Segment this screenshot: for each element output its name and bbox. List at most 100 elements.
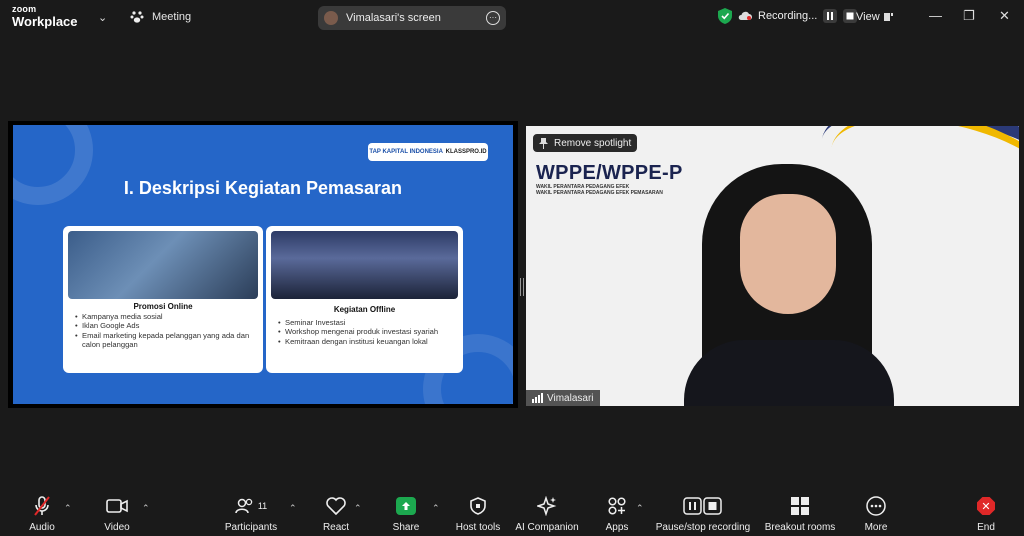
person-face	[740, 194, 836, 314]
recording-status: Recording...	[718, 8, 858, 24]
list-item: Email marketing kepada pelanggan yang ad…	[75, 331, 255, 350]
paw-icon	[130, 11, 144, 23]
share-label: Share	[392, 522, 420, 533]
react-label: React	[322, 522, 350, 533]
share-options-chevron-icon[interactable]: ⌃	[432, 503, 440, 514]
close-icon[interactable]: ✕	[999, 8, 1010, 24]
pin-icon	[539, 137, 548, 149]
layout-icon	[883, 13, 893, 21]
shared-screen: TAP KAPITAL INDONESIA KLASSPRO.ID I. Des…	[8, 121, 518, 408]
card-photo-phone	[68, 231, 258, 299]
apps-options-chevron-icon[interactable]: ⌃	[636, 503, 644, 514]
card-list: Seminar Investasi Workshop mengenai prod…	[278, 318, 455, 347]
ai-companion-button[interactable]: AI Companion	[514, 494, 580, 536]
shield-check-icon[interactable]	[718, 8, 732, 24]
chevron-down-icon[interactable]: ⌄	[98, 11, 107, 24]
meeting-info-button[interactable]: Meeting	[130, 10, 191, 24]
slide-title: I. Deskripsi Kegiatan Pemasaran	[123, 178, 403, 198]
pause-stop-label: Pause/stop recording	[655, 522, 751, 533]
breakout-rooms-icon	[791, 497, 809, 515]
end-label: End	[977, 522, 995, 533]
more-label: More	[864, 522, 888, 533]
share-button[interactable]: Share	[389, 494, 423, 536]
video-button[interactable]: Video	[97, 494, 137, 536]
pause-stop-icon	[683, 497, 722, 515]
card-title: Kegiatan Offline	[333, 305, 396, 314]
recording-label: Recording...	[758, 10, 818, 22]
brand-bottom: Workplace	[12, 14, 78, 29]
breakout-rooms-button[interactable]: Breakout rooms	[763, 494, 837, 536]
share-screen-icon	[396, 497, 416, 515]
video-label: Video	[104, 522, 130, 533]
background-subtitle-line: WAKIL PERANTARA PEDAGANG EFEK PEMASARAN	[536, 190, 663, 196]
background-title: WPPE/WPPE-P	[536, 162, 683, 184]
signal-icon	[532, 393, 543, 403]
presentation-slide: TAP KAPITAL INDONESIA KLASSPRO.ID I. Des…	[13, 125, 513, 404]
video-camera-icon	[106, 499, 128, 513]
participants-options-chevron-icon[interactable]: ⌃	[289, 503, 297, 514]
restore-icon[interactable]: ❐	[963, 8, 975, 24]
react-button[interactable]: React	[318, 494, 354, 536]
audio-options-chevron-icon[interactable]: ⌃	[64, 503, 72, 514]
stop-icon	[846, 12, 854, 20]
list-item: Seminar Investasi	[278, 318, 455, 328]
resize-handle[interactable]	[520, 278, 524, 296]
screen-share-label: Vimalasari's screen	[346, 12, 441, 24]
brand-top: zoom	[12, 4, 37, 14]
list-item: Workshop mengenai produk investasi syari…	[278, 327, 455, 337]
top-bar: zoom Workplace ⌄ Meeting Vimalasari's sc…	[0, 0, 1024, 36]
audio-button[interactable]: Audio	[22, 494, 62, 536]
speaker-video: WPPE/WPPE-P WAKIL PERANTARA PEDAGANG EFE…	[526, 126, 1019, 406]
participants-icon	[235, 498, 253, 514]
avatar	[324, 11, 338, 25]
more-button[interactable]: More	[859, 494, 893, 536]
breakout-rooms-label: Breakout rooms	[764, 522, 836, 533]
apps-button[interactable]: Apps	[602, 494, 632, 536]
meeting-label: Meeting	[152, 11, 192, 23]
card-title: Promosi Online	[133, 302, 193, 311]
host-tools-label: Host tools	[455, 522, 501, 533]
remove-spotlight-label: Remove spotlight	[554, 137, 632, 149]
more-options-icon[interactable]: ···	[486, 11, 500, 25]
pause-recording-button[interactable]	[823, 9, 838, 23]
sparkle-icon	[537, 496, 557, 516]
participants-count: 11	[257, 501, 268, 511]
cloud-icon	[738, 11, 752, 20]
card-kegiatan-offline: Kegiatan Offline Seminar Investasi Works…	[266, 226, 463, 373]
participants-button[interactable]: 11 Participants	[222, 494, 280, 536]
ai-companion-label: AI Companion	[515, 522, 579, 533]
pause-icon	[827, 12, 834, 20]
pause-stop-recording-button[interactable]: Pause/stop recording	[654, 494, 752, 536]
list-item: Kemitraan dengan institusi keuangan loka…	[278, 337, 455, 347]
participant-person	[684, 164, 894, 406]
view-label: View	[856, 11, 880, 23]
logo-klasspro: KLASSPRO.ID	[445, 149, 487, 155]
end-icon: ✕	[977, 497, 995, 515]
end-meeting-button[interactable]: ✕ End	[972, 494, 1000, 536]
logo-tap-kapital: TAP KAPITAL INDONESIA	[369, 149, 443, 155]
list-item: Iklan Google Ads	[75, 321, 255, 331]
shield-icon	[470, 497, 486, 515]
screen-share-pill[interactable]: Vimalasari's screen ···	[318, 6, 506, 30]
video-options-chevron-icon[interactable]: ⌃	[142, 503, 150, 514]
react-options-chevron-icon[interactable]: ⌃	[354, 503, 362, 514]
remove-spotlight-button[interactable]: Remove spotlight	[533, 134, 638, 152]
participant-name: Vimalasari	[547, 392, 594, 404]
minimize-icon[interactable]: —	[929, 8, 942, 23]
card-list: Kampanya media sosial Iklan Google Ads E…	[75, 312, 255, 350]
meeting-toolbar: Audio ⌃ Video ⌃ 11 Participants ⌃ React …	[0, 494, 1024, 536]
card-photo-seminar	[271, 231, 458, 299]
background-subtitle: WAKIL PERANTARA PEDAGANG EFEK WAKIL PERA…	[536, 184, 663, 196]
list-item: Kampanya media sosial	[75, 312, 255, 322]
audio-label: Audio	[29, 522, 55, 533]
more-icon	[866, 496, 886, 516]
zoom-workplace-logo[interactable]: zoom Workplace	[12, 4, 78, 29]
participants-label: Participants	[224, 522, 278, 533]
apps-icon	[608, 497, 626, 515]
host-tools-button[interactable]: Host tools	[452, 494, 504, 536]
slide-logos: TAP KAPITAL INDONESIA KLASSPRO.ID	[368, 143, 488, 161]
heart-icon	[326, 497, 346, 515]
participant-name-tag: Vimalasari	[526, 390, 600, 406]
microphone-muted-icon	[34, 496, 50, 516]
view-button[interactable]: View	[856, 11, 894, 23]
